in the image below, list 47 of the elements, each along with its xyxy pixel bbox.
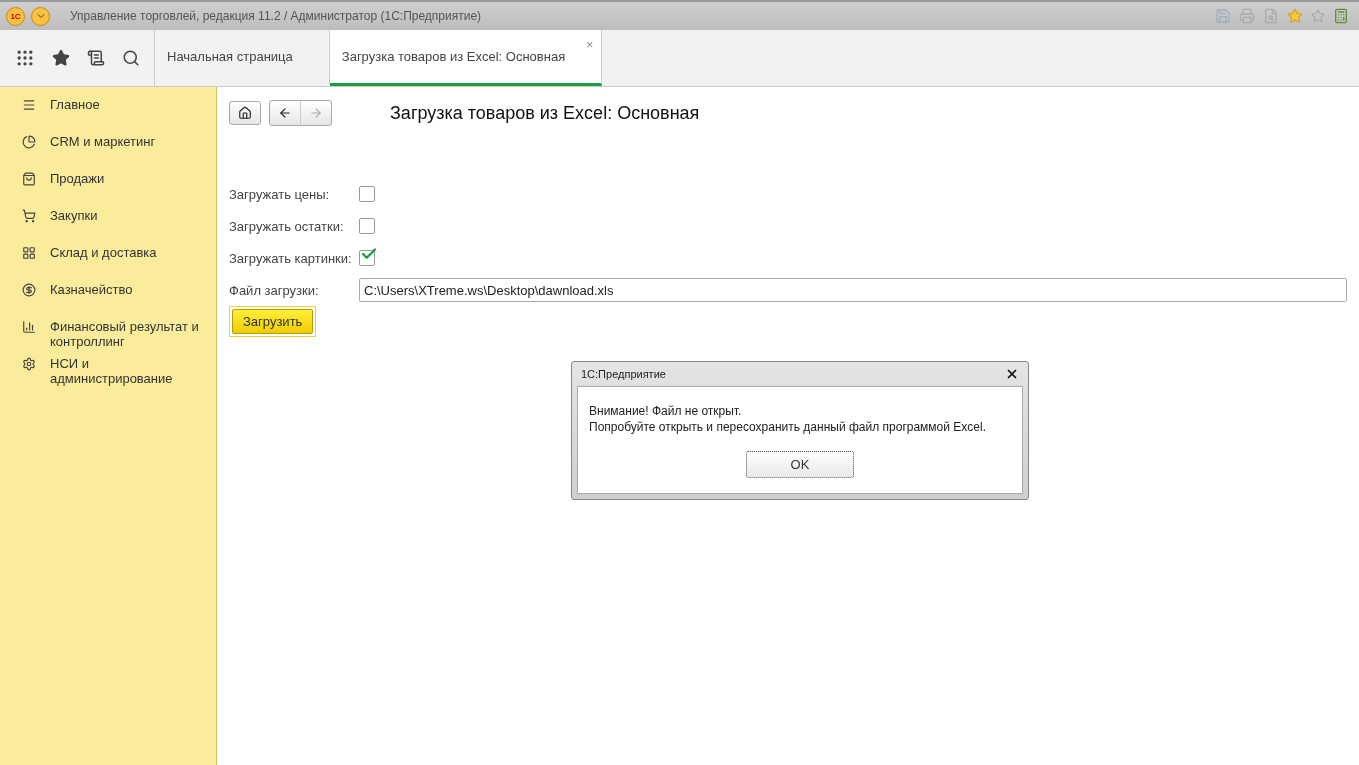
app-logo: 1С [6, 6, 25, 26]
sidebar-item[interactable]: Финансовый результат и контроллинг [50, 319, 200, 349]
dialog-message: Попробуйте открыть и пересохранить данный файл программой Excel. [589, 419, 987, 435]
checkbox-label: Загружать картинки: [229, 250, 353, 266]
cart-icon [22, 208, 36, 223]
sidebar-item[interactable]: Закупки [50, 208, 98, 223]
sidebar-item[interactable]: Главное [50, 97, 100, 112]
coin-icon [22, 282, 36, 297]
close-icon[interactable]: × [586, 38, 594, 52]
field-label: Файл загрузки: [229, 282, 320, 298]
tab[interactable]: Начальная страница [155, 30, 330, 86]
home-icon [238, 106, 252, 120]
grid-icon [22, 245, 36, 260]
pie-chart-icon [22, 134, 36, 149]
sidebar-item[interactable]: Казначейство [50, 282, 133, 297]
star-icon[interactable] [51, 49, 70, 67]
search-icon[interactable] [121, 49, 140, 67]
sidebar-item[interactable]: Продажи [50, 171, 105, 186]
history-icon[interactable] [86, 49, 105, 67]
sidebar-item[interactable]: CRM и маркетинг [50, 134, 156, 149]
menu-button[interactable] [31, 6, 50, 26]
tab[interactable]: Загрузка товаров из Excel: Основная × [329, 30, 603, 86]
checkbox[interactable] [359, 186, 375, 202]
bar-chart-icon [22, 319, 36, 334]
checkbox-label: Загружать цены: [229, 186, 331, 202]
sidebar-item[interactable]: НСИ и администрирование [50, 356, 200, 386]
print-icon[interactable] [1239, 8, 1255, 24]
star-icon[interactable] [1287, 8, 1303, 24]
load-button[interactable]: Загрузить [232, 309, 314, 334]
ok-button[interactable]: OK [746, 451, 854, 478]
dialog-title: 1С:Предприятие [581, 368, 666, 380]
star-icon[interactable] [1311, 9, 1325, 23]
checkbox[interactable] [359, 250, 375, 266]
window-title: Управление торговлей, редакция 11.2 / Администратор (1С:Предприятие) [70, 9, 483, 23]
bag-icon [22, 171, 36, 186]
preview-icon[interactable] [1263, 8, 1279, 24]
dialog-message: Внимание! Файл не открыт. [589, 403, 743, 419]
checkbox-label: Загружать остатки: [229, 218, 345, 234]
file-path-field[interactable]: C:\Users\XTreme.ws\Desktop\dawnload.xls [359, 278, 1347, 302]
calculator-icon[interactable] [1333, 8, 1349, 24]
sidebar-item[interactable]: Склад и доставка [50, 245, 157, 260]
checkbox[interactable] [359, 218, 375, 234]
form-title: Загрузка товаров из Excel: Основная [390, 102, 700, 124]
close-icon[interactable] [1005, 367, 1019, 381]
home-button[interactable] [229, 101, 261, 125]
list-icon [22, 97, 36, 112]
settings-icon [22, 356, 36, 371]
